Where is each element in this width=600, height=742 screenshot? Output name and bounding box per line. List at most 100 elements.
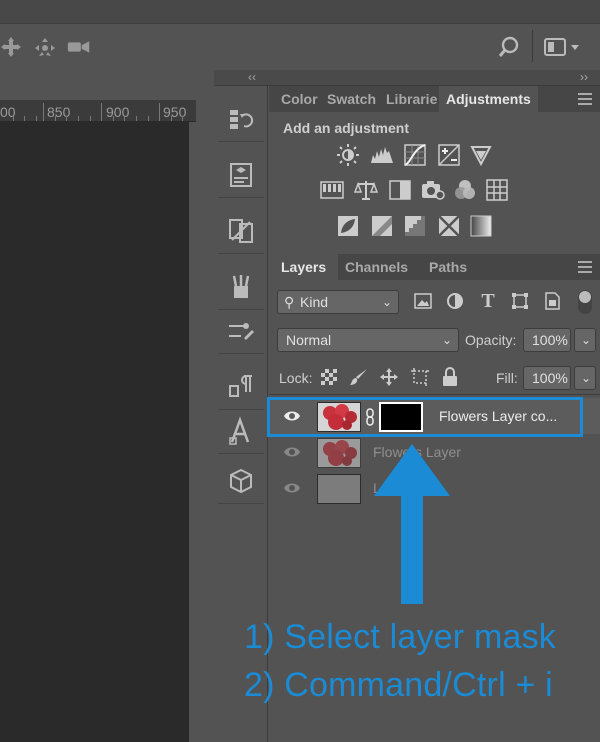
filter-kind-label: Kind xyxy=(300,294,329,310)
opacity-dropdown[interactable]: ⌄ xyxy=(574,328,596,352)
layers-divider xyxy=(269,394,600,395)
brush-presets-icon[interactable] xyxy=(218,264,264,310)
workspace-switcher-icon[interactable] xyxy=(542,34,582,60)
channel-mixer-icon[interactable] xyxy=(451,176,479,204)
layer-filter-kind-select[interactable]: ⚲ Kind ⌄ xyxy=(277,290,399,314)
ruler-tick xyxy=(43,103,44,121)
tab-libraries[interactable]: Librarie xyxy=(386,86,438,112)
paragraph-panel-icon[interactable] xyxy=(218,364,264,410)
tab-channels[interactable]: Channels xyxy=(345,254,408,280)
chevron-down-icon: ⌄ xyxy=(580,371,591,385)
visibility-eye-icon[interactable] xyxy=(283,481,301,495)
chevron-down-icon: ⌄ xyxy=(381,295,392,309)
invert-icon[interactable] xyxy=(334,212,362,240)
lock-label: Lock: xyxy=(279,370,313,386)
collapse-chevron-icon[interactable]: ‹‹ xyxy=(248,70,256,84)
fill-dropdown[interactable]: ⌄ xyxy=(574,366,596,390)
search-icon[interactable] xyxy=(496,34,522,60)
chevron-down-icon: ⌄ xyxy=(580,333,591,347)
exposure-icon[interactable] xyxy=(435,141,463,169)
instruction-step-1: 1) Select layer mask xyxy=(244,618,556,656)
panel-tab-bar: Color Swatch Librarie Adjustments xyxy=(269,86,600,112)
ruler-tick xyxy=(159,103,160,121)
brush-settings-icon[interactable] xyxy=(218,308,264,354)
lock-pixels-brush-icon[interactable] xyxy=(349,367,369,387)
ruler-tick xyxy=(36,116,37,121)
document-header xyxy=(0,70,214,100)
filter-toggle-knob xyxy=(579,291,591,303)
transform-panel-icon[interactable] xyxy=(218,208,264,254)
blend-mode-label: Normal xyxy=(286,332,332,348)
filter-toggle[interactable] xyxy=(578,290,592,314)
ruler-tick xyxy=(136,116,137,121)
filter-pixel-icon[interactable] xyxy=(412,290,434,312)
document-canvas[interactable] xyxy=(0,122,196,742)
tab-adjustments[interactable]: Adjustments xyxy=(439,86,538,112)
tab-swatches[interactable]: Swatch xyxy=(327,86,376,112)
options-bar xyxy=(0,0,600,70)
photo-filter-icon[interactable] xyxy=(419,176,447,204)
video-camera-icon[interactable] xyxy=(66,34,92,60)
ruler-tick xyxy=(78,116,79,121)
color-lookup-icon[interactable] xyxy=(483,176,511,204)
black-white-icon[interactable] xyxy=(386,176,414,204)
filter-shape-icon[interactable] xyxy=(509,290,531,312)
filter-type-icon[interactable]: T xyxy=(477,290,499,312)
lock-all-icon[interactable] xyxy=(441,367,459,387)
curves-icon[interactable] xyxy=(401,141,429,169)
history-panel-icon[interactable] xyxy=(218,96,264,142)
fill-label: Fill: xyxy=(496,370,518,386)
threshold-icon[interactable] xyxy=(401,212,429,240)
ruler-tick xyxy=(182,116,183,121)
visibility-eye-icon[interactable] xyxy=(283,445,301,459)
3d-cube-icon[interactable] xyxy=(218,458,264,504)
posterize-icon[interactable] xyxy=(368,212,396,240)
tab-paths[interactable]: Paths xyxy=(429,254,467,280)
ruler-tick xyxy=(113,116,114,121)
3d-panel-icon[interactable] xyxy=(218,152,264,198)
ruler-tick xyxy=(66,116,67,121)
lock-transparent-icon[interactable] xyxy=(321,369,337,385)
opacity-label: Opacity: xyxy=(465,332,517,348)
filter-smart-object-icon[interactable] xyxy=(541,290,563,312)
lock-position-icon[interactable] xyxy=(379,367,399,387)
tab-color[interactable]: Color xyxy=(281,86,318,112)
hue-saturation-icon[interactable] xyxy=(318,176,346,204)
levels-icon[interactable] xyxy=(368,141,396,169)
expand-chevron-icon[interactable]: ›› xyxy=(580,70,588,84)
pointer-arrow xyxy=(374,444,450,604)
toolbar-divider xyxy=(532,30,533,62)
ruler-tick xyxy=(148,116,149,121)
character-panel-icon[interactable] xyxy=(218,408,264,454)
selective-color-icon[interactable] xyxy=(435,212,463,240)
layers-menu-icon[interactable] xyxy=(578,261,592,273)
layer-thumbnail[interactable] xyxy=(317,438,361,468)
move-arrows-icon[interactable] xyxy=(0,34,24,60)
opacity-input[interactable]: 100% xyxy=(523,328,571,352)
brightness-contrast-icon[interactable] xyxy=(334,141,362,169)
color-balance-icon[interactable] xyxy=(352,176,380,204)
ruler-tick xyxy=(13,116,14,121)
gradient-map-icon[interactable] xyxy=(467,212,495,240)
ruler-tick xyxy=(124,116,125,121)
adjustments-title: Add an adjustment xyxy=(283,120,410,136)
blend-mode-select[interactable]: Normal ⌄ xyxy=(277,328,459,352)
layers-tab-bar: Layers Channels Paths xyxy=(269,254,600,280)
filter-adjustment-icon[interactable] xyxy=(444,290,466,312)
vibrance-icon[interactable] xyxy=(467,141,495,169)
fill-input[interactable]: 100% xyxy=(523,366,571,390)
canvas-pasteboard[interactable] xyxy=(189,122,214,742)
lock-artboard-icon[interactable] xyxy=(410,367,430,387)
panel-collapse-bar: ‹‹ ›› xyxy=(214,70,600,86)
fill-value: 100% xyxy=(532,370,568,386)
tab-layers[interactable]: Layers xyxy=(269,254,339,280)
selection-highlight-box xyxy=(267,397,583,437)
menu-strip xyxy=(0,0,600,24)
chevron-down-icon: ⌄ xyxy=(441,333,452,347)
layer-thumbnail[interactable] xyxy=(317,474,361,504)
ruler-tick xyxy=(171,116,172,121)
search-icon: ⚲ xyxy=(284,294,295,310)
3d-pan-icon[interactable] xyxy=(32,34,58,60)
ruler-tick xyxy=(101,103,102,121)
panel-menu-icon[interactable] xyxy=(578,93,592,105)
